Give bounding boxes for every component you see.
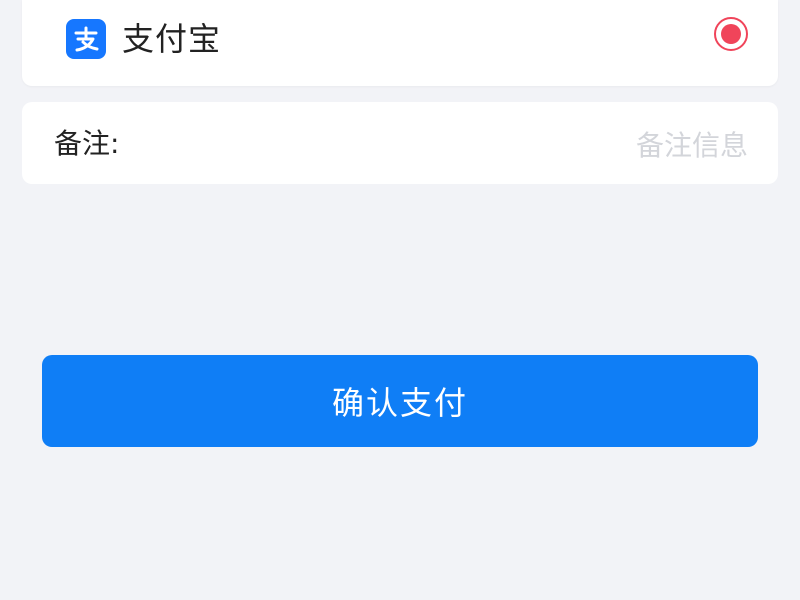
payment-method-label: 支付宝 bbox=[122, 20, 222, 58]
payment-radio-selected[interactable] bbox=[714, 17, 748, 51]
alipay-icon bbox=[66, 19, 106, 59]
remark-input[interactable] bbox=[226, 122, 750, 168]
remark-card: 备注: bbox=[22, 102, 778, 184]
radio-dot-icon bbox=[721, 24, 741, 44]
remark-label: 备注: bbox=[54, 127, 120, 160]
payment-page: 支付宝 备注: 确认支付 bbox=[0, 0, 800, 600]
confirm-payment-button[interactable]: 确认支付 bbox=[42, 355, 758, 447]
payment-option-alipay[interactable]: 支付宝 bbox=[66, 16, 746, 62]
payment-method-card: 支付宝 bbox=[22, 0, 778, 86]
